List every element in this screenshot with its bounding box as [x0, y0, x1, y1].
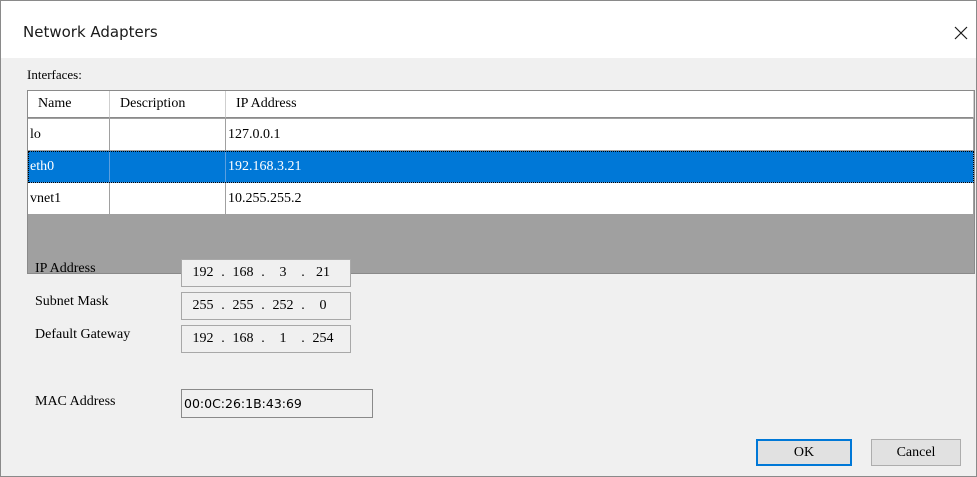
- row-description: [110, 151, 226, 183]
- dialog-title: Network Adapters: [23, 23, 158, 41]
- row-name: lo: [28, 119, 110, 151]
- mac-address-field[interactable]: 00:0C:26:1B:43:69: [181, 389, 373, 418]
- table-row[interactable]: vnet1 10.255.255.2: [28, 183, 974, 215]
- row-ip: 127.0.0.1: [226, 119, 974, 151]
- row-ip: 10.255.255.2: [226, 183, 974, 215]
- column-header-description[interactable]: Description: [110, 91, 226, 118]
- column-header-ip-address[interactable]: IP Address: [226, 91, 974, 118]
- subnet-mask-field[interactable]: 255. 255. 252. 0: [181, 292, 351, 320]
- row-ip: 192.168.3.21: [226, 151, 974, 183]
- grid-header: Name Description IP Address: [28, 91, 974, 119]
- mask-octet-1[interactable]: 255: [188, 298, 218, 314]
- mask-octet-2[interactable]: 255: [228, 298, 258, 314]
- subnet-mask-label: Subnet Mask: [35, 294, 109, 309]
- row-description: [110, 183, 226, 215]
- close-icon: [954, 26, 968, 40]
- close-button[interactable]: [946, 18, 976, 48]
- interfaces-grid[interactable]: Name Description IP Address lo 127.0.0.1…: [27, 90, 975, 274]
- gateway-octet-3[interactable]: 1: [268, 331, 298, 347]
- cancel-button[interactable]: Cancel: [871, 439, 961, 466]
- row-name: eth0: [28, 151, 110, 183]
- row-description: [110, 119, 226, 151]
- gateway-octet-1[interactable]: 192: [188, 331, 218, 347]
- column-header-name[interactable]: Name: [28, 91, 110, 118]
- row-name: vnet1: [28, 183, 110, 215]
- mask-octet-3[interactable]: 252: [268, 298, 298, 314]
- default-gateway-field[interactable]: 192. 168. 1. 254: [181, 325, 351, 353]
- table-row[interactable]: lo 127.0.0.1: [28, 119, 974, 151]
- default-gateway-label: Default Gateway: [35, 327, 131, 342]
- ip-address-label: IP Address: [35, 261, 96, 276]
- ip-octet-4[interactable]: 21: [308, 265, 338, 281]
- mac-address-label: MAC Address: [35, 394, 116, 409]
- title-bar: Network Adapters: [1, 1, 976, 58]
- ip-octet-2[interactable]: 168: [228, 265, 258, 281]
- ip-octet-1[interactable]: 192: [188, 265, 218, 281]
- table-row-selected[interactable]: eth0 192.168.3.21: [28, 151, 974, 183]
- interfaces-label: Interfaces:: [27, 67, 82, 82]
- gateway-octet-2[interactable]: 168: [228, 331, 258, 347]
- ok-button[interactable]: OK: [756, 439, 852, 466]
- network-adapters-dialog: Network Adapters Interfaces: Name Descri…: [0, 0, 977, 477]
- mask-octet-4[interactable]: 0: [308, 298, 338, 314]
- ip-address-field[interactable]: 192. 168. 3. 21: [181, 259, 351, 287]
- ip-octet-3[interactable]: 3: [268, 265, 298, 281]
- gateway-octet-4[interactable]: 254: [308, 331, 338, 347]
